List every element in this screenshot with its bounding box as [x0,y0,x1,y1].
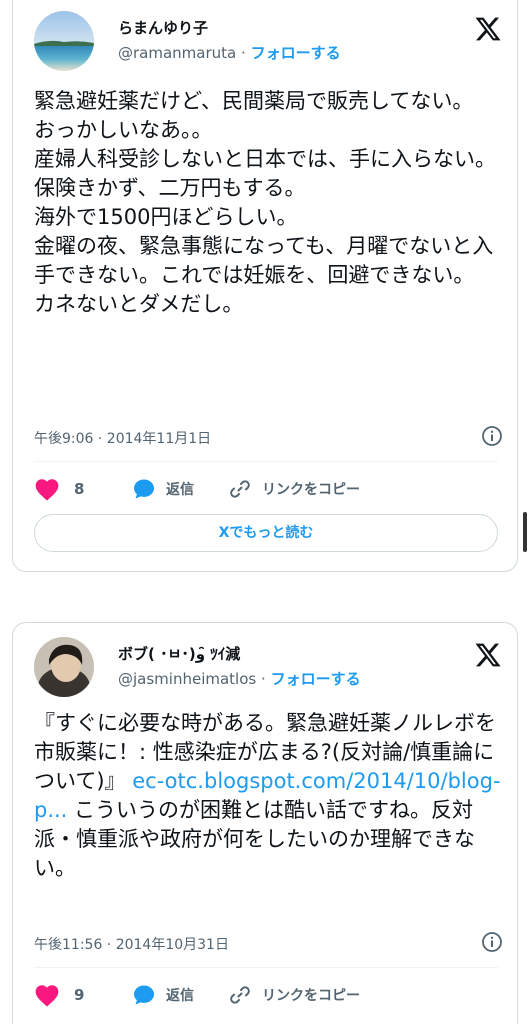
tweet-text: 緊急避妊薬だけど、民間薬局で販売してない。 おっかしいなあ。。 産婦人科受診しな… [34,89,496,316]
tweet-card-1: らまんゆり子 @ramanmaruta · フォローする 緊急避妊薬だけど、民間… [12,0,518,572]
heart-icon [35,985,59,1007]
tweet-text-part: こういうのが困難とは酷い話ですね。反対派・慎重派や政府が何をしたいのか理解できな… [34,798,475,880]
follow-button[interactable]: フォローする [251,44,341,62]
avatar[interactable] [34,637,94,697]
action-bar: 9 返信 リンクをコピー [34,981,494,1009]
read-more-button[interactable]: Xでもっと読む [34,514,498,552]
reply-bubble-icon [134,479,154,499]
timestamp[interactable]: 午後9:06 · 2014年11月1日 [34,428,211,448]
like-count: 8 [74,480,85,498]
follow-button[interactable]: フォローする [271,670,361,688]
link-icon [230,986,250,1004]
separator: · [241,44,246,62]
info-icon[interactable] [481,931,503,953]
author-handle[interactable]: @ramanmaruta [118,44,236,62]
link-icon [230,480,250,498]
x-logo-icon[interactable] [474,641,502,669]
reply-button[interactable]: 返信 [132,475,194,503]
copy-link-button[interactable]: リンクをコピー [228,981,360,1009]
timestamp[interactable]: 午後11:56 · 2014年10月31日 [34,934,229,954]
x-logo-icon[interactable] [474,15,502,43]
scrollbar[interactable] [523,512,527,552]
handle-line: @jasminheimatlos · フォローする [118,668,361,689]
copy-link-label: リンクをコピー [262,482,360,498]
tweet-card-2: ボブ( ･ㅂ･)و ̑̑ﾂｲ減 @jasminheimatlos · フォローす… [12,622,518,1024]
copy-link-label: リンクをコピー [262,988,360,1004]
reply-label: 返信 [166,482,194,498]
tweet-header: らまんゆり子 @ramanmaruta · フォローする [34,11,504,77]
reply-button[interactable]: 返信 [132,981,194,1009]
author-name[interactable]: らまんゆり子 [118,17,208,38]
copy-link-button[interactable]: リンクをコピー [228,475,360,503]
avatar[interactable] [34,11,94,71]
divider [34,967,498,968]
reply-bubble-icon [134,985,154,1005]
info-icon[interactable] [481,425,503,447]
handle-line: @ramanmaruta · フォローする [118,42,341,63]
action-bar: 8 返信 リンクをコピー [34,475,494,503]
author-handle[interactable]: @jasminheimatlos [118,670,256,688]
like-button[interactable]: 8 [34,475,84,503]
separator: · [261,670,266,688]
divider [34,461,498,462]
heart-icon [35,479,59,501]
reply-label: 返信 [166,988,194,1004]
author-name[interactable]: ボブ( ･ㅂ･)و ̑̑ﾂｲ減 [118,643,240,664]
tweet-header: ボブ( ･ㅂ･)و ̑̑ﾂｲ減 @jasminheimatlos · フォローす… [34,637,504,703]
tweet-text: 『すぐに必要な時がある。緊急避妊薬ノルレボを市販薬に！: 性感染症が広まる?(反… [34,709,504,883]
like-button[interactable]: 9 [34,981,84,1009]
like-count: 9 [74,986,85,1004]
